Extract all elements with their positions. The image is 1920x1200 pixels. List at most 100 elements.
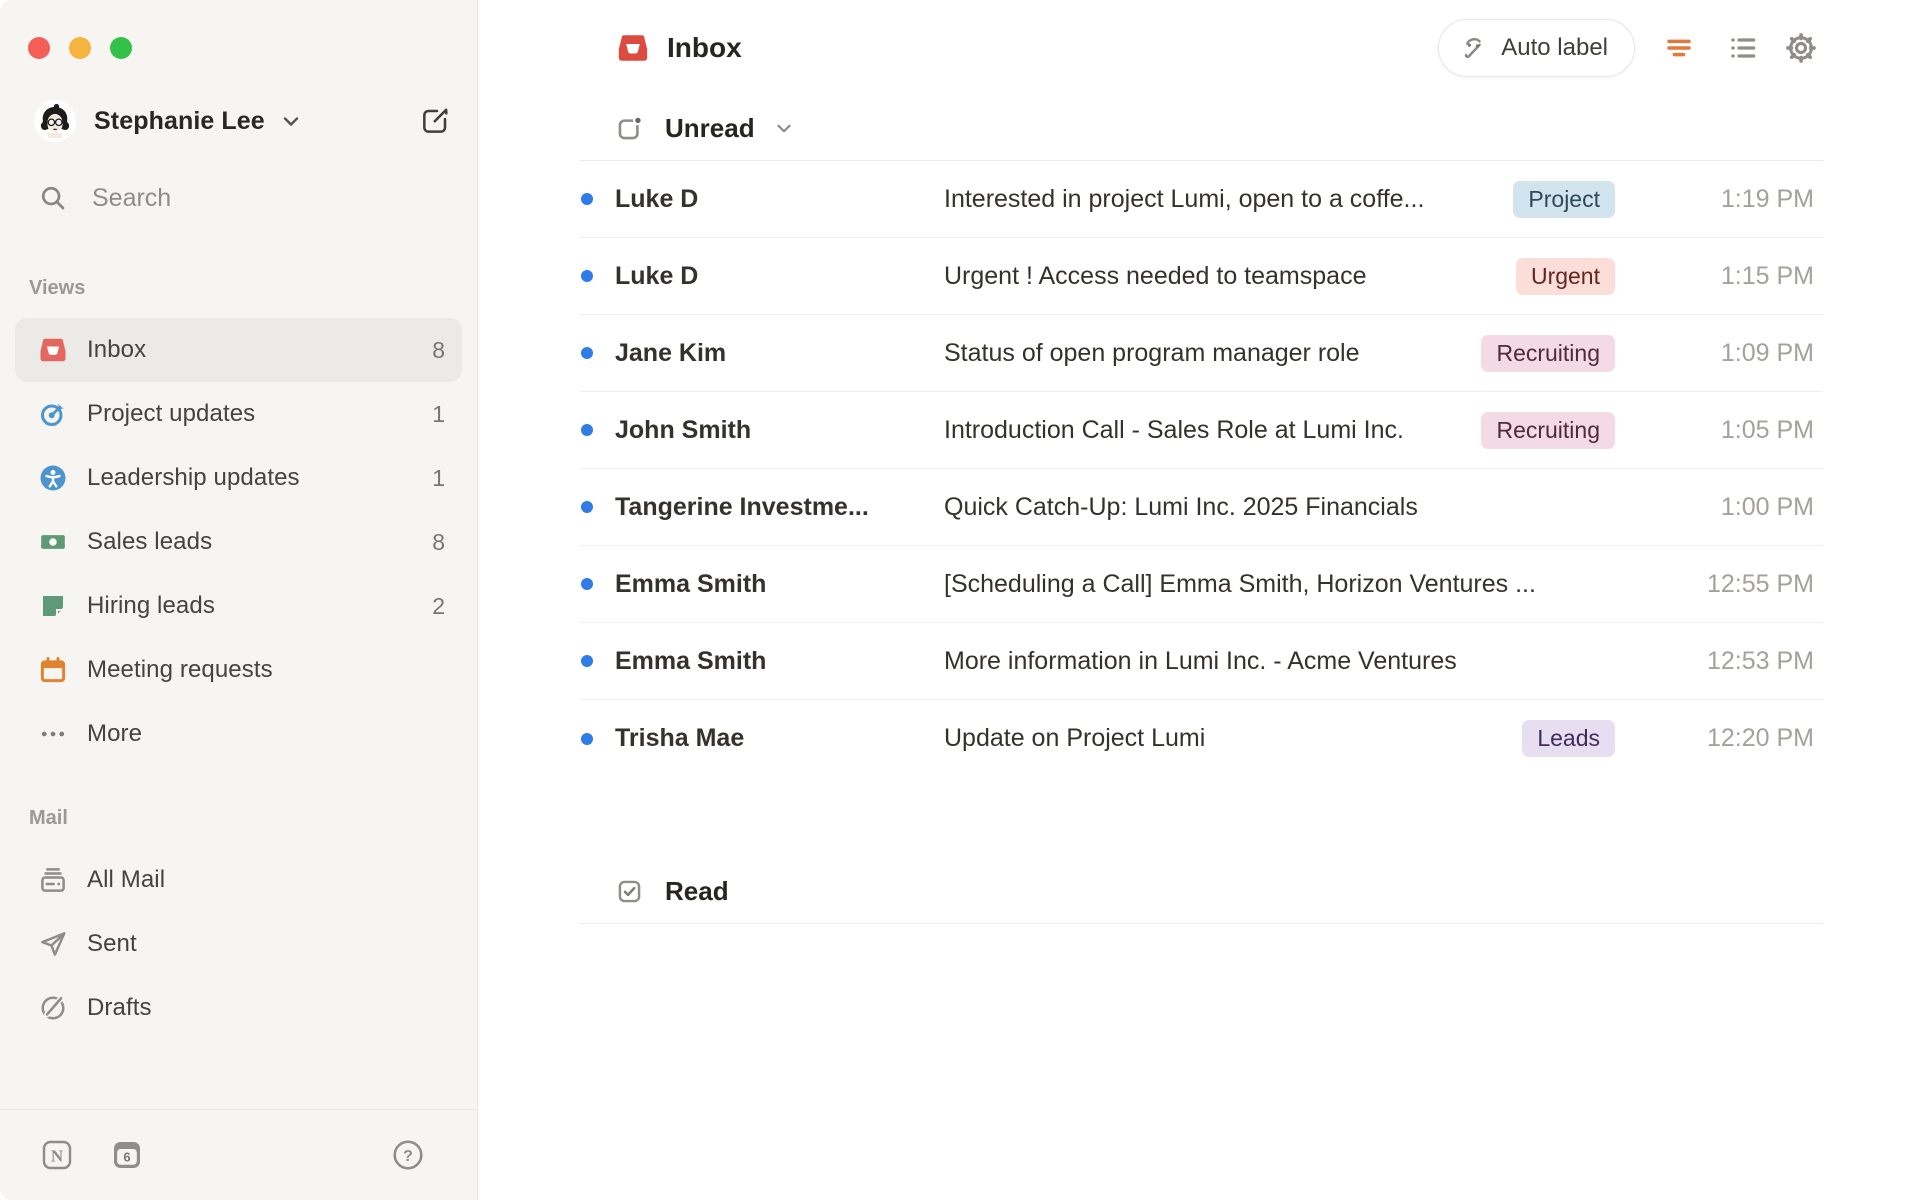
email-subject: Interested in project Lumi, open to a co… [944, 184, 1425, 213]
window-controls [0, 0, 477, 59]
sidebar-item-leadership-updates[interactable]: Leadership updates 1 [15, 446, 462, 510]
calendar-icon [38, 655, 68, 685]
tag-badge: Recruiting [1481, 411, 1615, 449]
close-button[interactable] [28, 37, 50, 59]
unread-dot [581, 501, 593, 513]
sidebar-item-inbox[interactable]: Inbox 8 [15, 318, 462, 382]
sidebar-item-drafts[interactable]: Drafts [15, 976, 462, 1040]
unread-section-label: Unread [665, 112, 755, 143]
email-sender: Luke D [615, 261, 699, 290]
compose-icon[interactable] [417, 103, 453, 139]
unread-dot [581, 655, 593, 667]
email-subject: [Scheduling a Call] Emma Smith, Horizon … [944, 569, 1536, 598]
svg-text:N: N [51, 1147, 64, 1166]
sidebar-item-all-mail[interactable]: All Mail [15, 848, 462, 912]
sidebar-item-more[interactable]: More [15, 702, 462, 766]
email-row[interactable]: Jane Kim Status of open program manager … [580, 315, 1823, 392]
sidebar-item-count: 8 [432, 336, 445, 363]
email-row[interactable]: Trisha Mae Update on Project Lumi Leads … [580, 700, 1823, 777]
sidebar-item-label: Leadership updates [87, 464, 300, 491]
sidebar-item-meeting-requests[interactable]: Meeting requests [15, 638, 462, 702]
unread-dot [581, 578, 593, 590]
zoom-button[interactable] [110, 37, 132, 59]
tag-badge: Recruiting [1481, 334, 1615, 372]
sidebar-item-hiring-leads[interactable]: Hiring leads 2 [15, 574, 462, 638]
mail-section-label: Mail [29, 806, 68, 829]
main-header: Inbox Auto label [580, 0, 1823, 96]
sidebar-item-label: More [87, 720, 143, 747]
app-window: Stephanie Lee Search Views Inbox 8 Proje… [0, 0, 1920, 1200]
read-checkbox-icon [616, 878, 643, 905]
help-icon[interactable]: ? [391, 1138, 425, 1172]
email-row[interactable]: John Smith Introduction Call - Sales Rol… [580, 392, 1823, 469]
sidebar-item-project-updates[interactable]: Project updates 1 [15, 382, 462, 446]
all-mail-icon [38, 865, 68, 895]
read-section-header[interactable]: Read [580, 860, 1823, 924]
sidebar-item-sent[interactable]: Sent [15, 912, 462, 976]
tag-badge: Leads [1522, 720, 1615, 757]
sidebar-item-label: Drafts [87, 994, 152, 1021]
chevron-down-icon [279, 109, 303, 133]
sidebar-item-label: All Mail [87, 866, 166, 893]
sidebar-nav: Views Inbox 8 Project updates 1 Leadersh… [0, 274, 477, 1040]
auto-label-button[interactable]: Auto label [1438, 19, 1635, 77]
email-sender: Trisha Mae [615, 724, 745, 752]
note-icon [38, 591, 68, 621]
email-subject: Quick Catch-Up: Lumi Inc. 2025 Financial… [944, 492, 1418, 521]
email-sender: John Smith [615, 415, 752, 444]
tag-badge: Project [1513, 180, 1615, 218]
notion-logo-icon[interactable]: N [41, 1139, 73, 1171]
email-time: 12:53 PM [1706, 646, 1814, 675]
avatar [34, 100, 76, 142]
filter-icon[interactable] [1657, 26, 1701, 70]
chevron-down-icon[interactable] [773, 117, 795, 139]
list-view-icon[interactable] [1721, 26, 1765, 70]
unread-dot [581, 347, 593, 359]
sidebar-item-label: Hiring leads [87, 592, 215, 619]
email-time: 1:00 PM [1720, 492, 1814, 521]
sidebar-footer: N 6 ? [0, 1109, 477, 1200]
read-section-label: Read [665, 876, 729, 906]
sidebar-item-label: Meeting requests [87, 656, 273, 683]
svg-text:6: 6 [123, 1149, 130, 1164]
sidebar-item-label: Sales leads [87, 528, 213, 555]
email-subject: More information in Lumi Inc. - Acme Ven… [944, 646, 1457, 675]
email-sender: Emma Smith [615, 646, 767, 675]
ellipsis-icon [38, 719, 68, 749]
email-time: 1:09 PM [1720, 338, 1814, 367]
email-time: 12:55 PM [1706, 569, 1814, 598]
email-sender: Tangerine Investme... [615, 492, 869, 521]
inbox-icon [38, 335, 68, 365]
auto-label-icon [1465, 38, 1482, 59]
email-time: 1:19 PM [1720, 184, 1814, 213]
svg-text:?: ? [403, 1148, 413, 1165]
sidebar-item-label: Project updates [87, 400, 256, 427]
views-section-label: Views [29, 276, 86, 299]
email-row[interactable]: Luke D Interested in project Lumi, open … [580, 161, 1823, 238]
email-list: Luke D Interested in project Lumi, open … [580, 161, 1823, 777]
minimize-button[interactable] [69, 37, 91, 59]
search-icon [41, 186, 65, 210]
email-row[interactable]: Tangerine Investme... Quick Catch-Up: Lu… [580, 469, 1823, 546]
sidebar-item-count: 1 [432, 464, 445, 491]
email-row[interactable]: Emma Smith More information in Lumi Inc.… [580, 623, 1823, 700]
tag-badge: Urgent [1515, 257, 1615, 295]
email-subject: Introduction Call - Sales Role at Lumi I… [944, 415, 1404, 444]
email-sender: Emma Smith [615, 569, 767, 598]
email-row[interactable]: Luke D Urgent ! Access needed to teamspa… [580, 238, 1823, 315]
email-sender: Luke D [615, 184, 699, 213]
inbox-icon [616, 31, 650, 65]
account-switcher[interactable]: Stephanie Lee [34, 100, 453, 142]
unread-dot [581, 732, 593, 745]
notion-calendar-icon[interactable]: 6 [111, 1139, 143, 1171]
email-subject: Urgent ! Access needed to teamspace [944, 261, 1367, 290]
unread-dot [581, 270, 593, 282]
email-row[interactable]: Emma Smith [Scheduling a Call] Emma Smit… [580, 546, 1823, 623]
settings-gear-icon[interactable] [1779, 26, 1823, 70]
unread-section-header[interactable]: Unread [580, 96, 1823, 161]
email-time: 1:15 PM [1720, 261, 1814, 290]
paper-plane-icon [38, 929, 68, 959]
search-input[interactable]: Search [38, 176, 453, 220]
account-name: Stephanie Lee [94, 106, 265, 135]
sidebar-item-sales-leads[interactable]: Sales leads 8 [15, 510, 462, 574]
